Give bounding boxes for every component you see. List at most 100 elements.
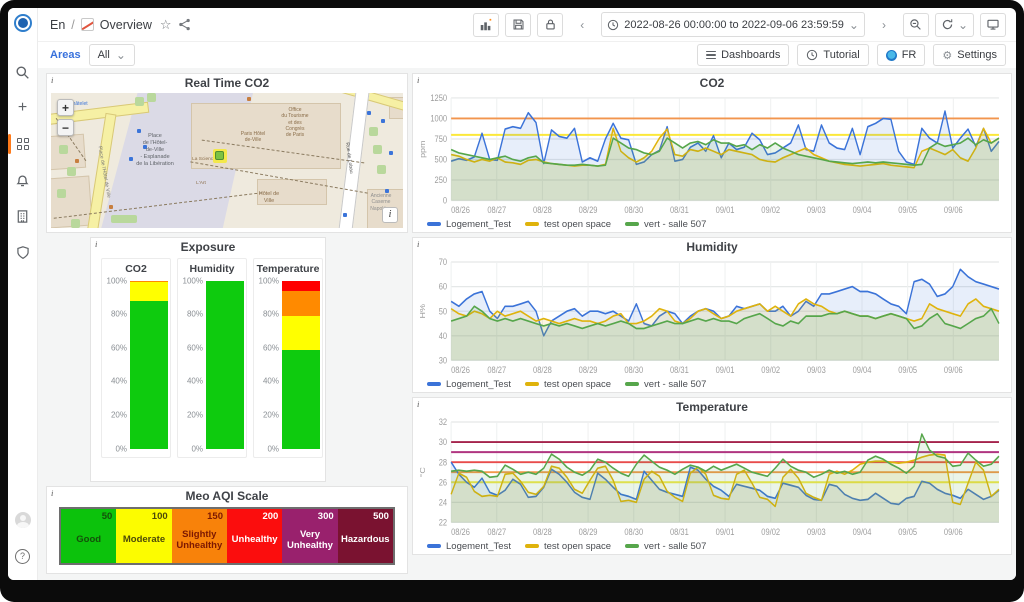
tutorial-button[interactable]: Tutorial xyxy=(797,44,868,66)
svg-text:08/27: 08/27 xyxy=(487,364,506,375)
svg-text:09/02: 09/02 xyxy=(761,205,780,215)
zoom-out-time-button[interactable] xyxy=(903,13,929,37)
panel-info-corner[interactable] xyxy=(47,74,61,88)
help-icon[interactable]: ? xyxy=(12,544,34,568)
svg-text:30: 30 xyxy=(439,438,448,448)
legend-series-name: vert - salle 507 xyxy=(644,379,706,390)
user-avatar[interactable] xyxy=(12,508,34,532)
app-logo-icon[interactable] xyxy=(14,14,32,32)
aqi-scale: 50Good100Moderate150Slightly Unhealthy20… xyxy=(59,507,395,565)
gauge-card: Humidity100%80%60%40%20%0% xyxy=(177,258,247,458)
map-canvas[interactable]: Châtelet Place de l'Hôtel- de-Ville - Es… xyxy=(51,93,403,228)
search-icon[interactable] xyxy=(12,60,34,84)
legend-item[interactable]: vert - salle 507 xyxy=(625,379,706,390)
legend-item[interactable]: vert - salle 507 xyxy=(625,219,706,230)
areas-variable-label[interactable]: Areas xyxy=(50,49,81,61)
panel-title[interactable]: Meo AQI Scale xyxy=(47,487,407,505)
gauge-axis: 100%80%60%40%20%0% xyxy=(104,281,130,449)
aqi-cell-label: Very Unhealthy xyxy=(282,522,337,563)
legend-item[interactable]: Logement_Test xyxy=(427,219,511,230)
svg-text:°C: °C xyxy=(419,467,427,477)
aqi-cell-label: Moderate xyxy=(116,522,171,563)
map-label-hotel-de-ville: Hôtel de Ville xyxy=(247,191,291,205)
legend-item[interactable]: Logement_Test xyxy=(427,541,511,552)
temperature-chart-legend[interactable]: Logement_Test test open space vert - salle… xyxy=(413,538,1011,554)
panel-title[interactable]: Exposure xyxy=(91,238,325,256)
svg-text:ppm: ppm xyxy=(419,140,427,158)
svg-text:1250: 1250 xyxy=(430,93,447,103)
share-icon[interactable] xyxy=(178,18,191,31)
dashboards-grid-icon[interactable] xyxy=(12,132,34,156)
panel-humidity-chart: i Humidity 304050607008/2608/2708/2808/2… xyxy=(412,237,1012,393)
svg-text:09/04: 09/04 xyxy=(853,205,872,215)
aqi-cell: 150Slightly Unhealthy xyxy=(172,509,227,563)
panel-title[interactable]: Temperature xyxy=(413,398,1011,416)
breadcrumb-page[interactable]: Overview xyxy=(100,18,152,32)
svg-text:09/06: 09/06 xyxy=(944,527,963,537)
time-range-text: 2022-08-26 00:00:00 to 2022-09-06 23:59:… xyxy=(624,19,844,31)
panel-title[interactable]: Humidity xyxy=(413,238,1011,256)
areas-value-dropdown[interactable]: All⌄ xyxy=(89,44,135,66)
settings-button[interactable]: ⚙ Settings xyxy=(933,44,1006,66)
gauge-card: CO2 100%80%60%40%20%0% xyxy=(101,258,171,458)
aqi-cell: 200Unhealthy xyxy=(227,509,282,563)
map-label-paris-hotel: Paris Hôtel de-Ville xyxy=(227,131,279,144)
refresh-button[interactable]: ⌄ xyxy=(935,13,974,37)
legend-item[interactable]: test open space xyxy=(525,379,611,390)
legend-series-color xyxy=(625,222,639,226)
dashboards-button[interactable]: Dashboards xyxy=(697,44,789,66)
map-attribution-button[interactable]: i xyxy=(382,207,398,223)
breadcrumb-folder[interactable]: En xyxy=(50,18,65,32)
aqi-cell: 300Very Unhealthy xyxy=(282,509,337,563)
add-icon[interactable]: + xyxy=(12,96,34,120)
map-zoom-out-button[interactable]: − xyxy=(57,119,74,136)
svg-text:08/31: 08/31 xyxy=(670,364,689,375)
save-button[interactable] xyxy=(505,13,531,37)
alerts-bell-icon[interactable] xyxy=(12,168,34,192)
map-label-lart: L'Art xyxy=(189,181,213,187)
aqi-cell-value: 500 xyxy=(338,509,393,522)
humidity-chart-legend[interactable]: Logement_Test test open space vert - salle… xyxy=(413,376,1011,392)
svg-text:09/01: 09/01 xyxy=(716,364,735,375)
language-button[interactable]: FR xyxy=(877,44,926,66)
building-icon[interactable] xyxy=(12,204,34,228)
svg-text:08/26: 08/26 xyxy=(451,205,470,215)
panel-info-corner[interactable] xyxy=(47,487,61,501)
panel-title[interactable]: CO2 xyxy=(413,74,1011,92)
legend-item[interactable]: test open space xyxy=(525,219,611,230)
co2-chart-legend[interactable]: Logement_Test test open space vert - salle… xyxy=(413,216,1011,232)
aqi-cell: 100Moderate xyxy=(116,509,171,563)
lock-icon-button[interactable] xyxy=(537,13,563,37)
chart-svg: 22242628303208/2608/2708/2808/2908/3008/… xyxy=(417,416,1007,538)
gear-icon: ⚙ xyxy=(942,49,952,62)
co2-chart-canvas[interactable]: 02505007501000125008/2608/2708/2808/2908… xyxy=(413,92,1011,216)
exposure-gauges: CO2100%80%60%40%20%0%Humidity100%80%60%4… xyxy=(91,256,325,460)
legend-series-name: test open space xyxy=(544,379,611,390)
panel-title[interactable]: Real Time CO2 xyxy=(47,74,407,92)
legend-item[interactable]: vert - salle 507 xyxy=(625,541,706,552)
legend-series-color xyxy=(525,544,539,548)
chart-svg: 02505007501000125008/2608/2708/2808/2908… xyxy=(417,92,1007,216)
aqi-cell-label: Good xyxy=(61,522,116,563)
svg-text:08/29: 08/29 xyxy=(579,527,598,537)
legend-series-name: test open space xyxy=(544,219,611,230)
gauge-segment xyxy=(282,316,320,350)
gauge-title: CO2 xyxy=(104,263,168,275)
temperature-chart-canvas[interactable]: 22242628303208/2608/2708/2808/2908/3008/… xyxy=(413,416,1011,538)
map-sensor-marker[interactable] xyxy=(213,149,227,163)
time-range-picker[interactable]: 2022-08-26 00:00:00 to 2022-09-06 23:59:… xyxy=(601,12,865,37)
shield-icon[interactable] xyxy=(12,240,34,264)
add-panel-button[interactable] xyxy=(473,13,499,37)
legend-item[interactable]: Logement_Test xyxy=(427,379,511,390)
favorite-star-icon[interactable]: ☆ xyxy=(160,17,172,33)
legend-item[interactable]: test open space xyxy=(525,541,611,552)
gauge-axis: 100%80%60%40%20%0% xyxy=(180,281,206,449)
time-shift-forward-button[interactable]: › xyxy=(871,13,897,37)
svg-text:08/26: 08/26 xyxy=(451,527,470,537)
map-zoom-in-button[interactable]: + xyxy=(57,99,74,116)
gauge-title: Temperature xyxy=(256,263,320,275)
kiosk-monitor-button[interactable] xyxy=(980,13,1006,37)
time-shift-back-button[interactable]: ‹ xyxy=(569,13,595,37)
humidity-chart-canvas[interactable]: 304050607008/2608/2708/2808/2908/3008/31… xyxy=(413,256,1011,376)
tutorial-clock-icon xyxy=(806,49,818,61)
